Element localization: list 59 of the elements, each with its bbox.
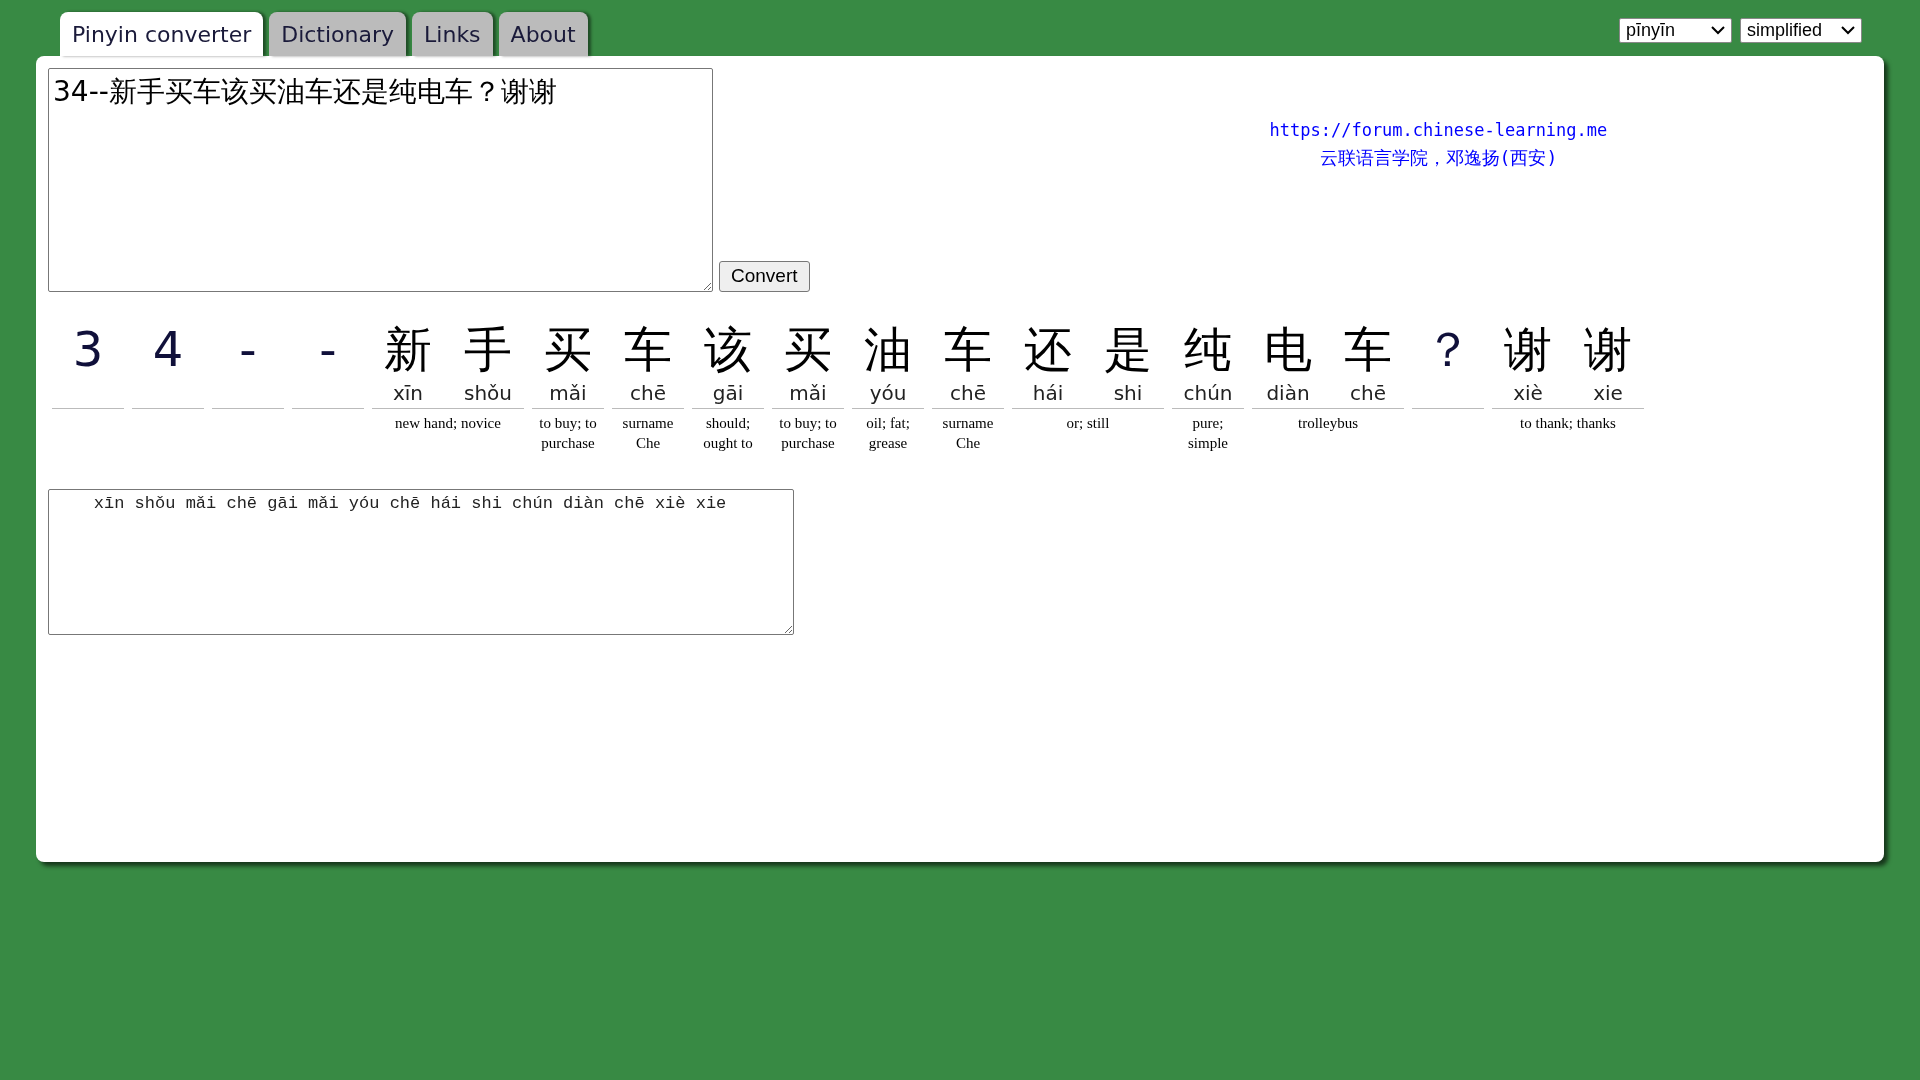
input-field[interactable]: 34--新手买车该买油车还是纯电车？谢谢 xyxy=(48,68,713,292)
definition-text: to thank; thanks xyxy=(1519,414,1617,433)
definition-text: oil; fat; grease xyxy=(865,414,911,453)
hanzi-character: 是 xyxy=(1104,320,1152,379)
pinyin-text: mǎi xyxy=(789,380,827,406)
pinyin-text: chē xyxy=(1350,380,1386,406)
hanzi-character: 油 xyxy=(864,320,912,379)
hanzi-character: 谢 xyxy=(1584,320,1632,379)
definition-text: should; ought to xyxy=(702,414,754,453)
hanzi-character: 手 xyxy=(464,320,512,379)
credit-text: 云联语言学院，邓逸扬(西安) xyxy=(1319,145,1558,170)
pinyin-text: hái xyxy=(1032,380,1064,406)
pinyin-text: chē xyxy=(630,380,666,406)
hanzi-character: 新 xyxy=(384,320,432,379)
symbol-character: - xyxy=(239,320,257,379)
pinyin-text: mǎi xyxy=(549,380,587,406)
definition-text: trolleybus xyxy=(1297,414,1359,433)
pinyin-text: shi xyxy=(1113,380,1143,406)
pinyin-text: xiè xyxy=(1513,380,1543,406)
dropdown-select[interactable]: simplified xyxy=(1740,18,1862,43)
pinyin-text: shǒu xyxy=(464,380,512,406)
tab[interactable]: Dictionary xyxy=(269,12,407,56)
forum-link[interactable]: https://forum.chinese-learning.me xyxy=(1269,118,1608,144)
definition-text: or; still xyxy=(1065,414,1111,433)
hanzi-character: 车 xyxy=(624,320,672,379)
tab[interactable]: Links xyxy=(412,12,493,56)
tab[interactable]: Pinyin converter xyxy=(60,12,264,56)
pinyin-text: xie xyxy=(1593,380,1623,406)
pinyin-text: xīn xyxy=(392,380,424,406)
output-field[interactable]: xīn shǒu mǎi chē gāi mǎi yóu chē hái shi chún diàn chē xiè xie xyxy=(48,489,794,635)
symbol-character: ？ xyxy=(1424,320,1472,379)
chevron-icon xyxy=(1841,26,1855,35)
definition-text: surname Che xyxy=(941,414,995,453)
hanzi-character: 谢 xyxy=(1504,320,1552,379)
symbol-character: - xyxy=(319,320,337,379)
hanzi-character: 买 xyxy=(784,320,832,379)
pinyin-text: chē xyxy=(950,380,986,406)
symbol-character: 4 xyxy=(152,320,184,379)
symbol-character: 3 xyxy=(72,320,104,379)
definition-text: surname Che xyxy=(621,414,675,453)
hanzi-character: 买 xyxy=(544,320,592,379)
definition-text: pure; simple xyxy=(1187,414,1229,453)
definition-text: to buy; to purchase xyxy=(538,414,598,453)
definition-text: to buy; to purchase xyxy=(778,414,838,453)
hanzi-character: 还 xyxy=(1024,320,1072,379)
pinyin-text: chún xyxy=(1183,380,1233,406)
hanzi-character: 电 xyxy=(1264,320,1312,379)
pinyin-text: diàn xyxy=(1266,380,1310,406)
pinyin-text: yóu xyxy=(869,380,907,406)
pinyin-text: gāi xyxy=(712,380,744,406)
hanzi-character: 车 xyxy=(1344,320,1392,379)
hanzi-character: 车 xyxy=(944,320,992,379)
hanzi-character: 纯 xyxy=(1184,320,1232,379)
dropdown-select[interactable]: pīnyīn xyxy=(1619,18,1732,43)
convert-button[interactable]: Convert xyxy=(719,261,810,292)
tab[interactable]: About xyxy=(498,12,588,56)
chevron-icon xyxy=(1711,26,1725,35)
definition-text: new hand; novice xyxy=(394,414,502,433)
hanzi-character: 该 xyxy=(704,320,752,379)
